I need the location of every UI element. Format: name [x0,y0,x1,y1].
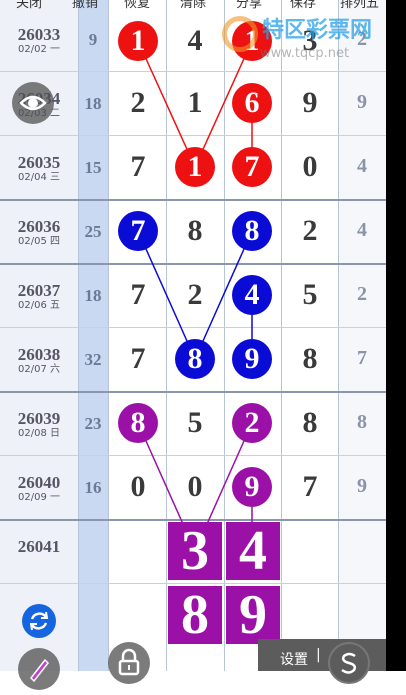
sum-cell: 15 [84,158,102,177]
number-cell[interactable]: 8 [167,214,223,248]
s-icon [341,652,357,674]
ball-blue[interactable]: 8 [232,211,272,251]
issue-cell: 26033 02/02 一 [17,25,61,56]
number-cell[interactable]: 7 [110,278,166,312]
sum-cell: 18 [84,94,102,113]
watermark-logo [222,16,258,52]
number-cell[interactable]: 0 [282,150,338,184]
number-cell[interactable]: 7 [282,470,338,504]
prediction-cell[interactable]: 3 [168,522,222,580]
watermark-url: www.tqcp.net [260,46,350,61]
number-cell[interactable]: 7 [110,342,166,376]
right-cell: 8 [357,411,367,433]
right-cell: 9 [357,91,367,113]
next-issue-cell: 26041 [17,537,61,556]
sum-cell: 18 [84,286,102,305]
pen-button[interactable] [18,648,60,690]
prediction-cell[interactable]: 8 [168,586,222,644]
issue-cell: 26039 02/08 日 [17,409,61,440]
issue-cell: 26038 02/07 六 [17,345,61,376]
eye-button[interactable] [12,82,54,124]
watermark-title: 特区彩票网 [262,18,373,43]
issue-cell: 26037 02/06 五 [17,281,61,312]
right-cell: 7 [357,347,367,369]
issue-cell: 26036 02/05 四 [17,217,61,248]
number-cell[interactable]: 4 [167,24,223,58]
number-cell[interactable]: 0 [167,470,223,504]
ball-blue[interactable]: 9 [232,339,272,379]
refresh-icon [29,611,49,631]
ball-blue[interactable]: 7 [118,211,158,251]
ball-purple[interactable]: 2 [232,403,272,443]
ball-red[interactable]: 1 [118,21,158,61]
prediction-cell[interactable]: 9 [226,586,280,644]
separator: | [316,647,321,663]
number-cell[interactable]: 2 [110,86,166,120]
eye-icon [19,95,47,111]
lock-icon [118,648,140,676]
pen-icon [30,658,49,683]
settings-button[interactable]: 设置 [280,649,308,669]
right-cell: 4 [357,155,367,177]
number-cell[interactable]: 5 [282,278,338,312]
number-cell[interactable]: 5 [167,406,223,440]
ball-blue[interactable]: 4 [232,275,272,315]
number-cell[interactable]: 9 [282,86,338,120]
number-cell[interactable]: 0 [110,470,166,504]
refresh-button[interactable] [22,604,56,638]
number-cell[interactable]: 2 [282,214,338,248]
right-cell: 4 [357,219,367,241]
number-cell[interactable]: 2 [167,278,223,312]
lock-button[interactable] [108,642,150,684]
ball-red[interactable]: 7 [232,147,272,187]
s-button[interactable] [328,642,370,684]
sum-cell: 25 [84,222,102,241]
number-cell[interactable]: 1 [167,86,223,120]
sum-cell: 16 [84,478,102,497]
ball-purple[interactable]: 9 [232,467,272,507]
issue-cell: 26040 02/09 一 [17,473,61,504]
ball-red[interactable]: 1 [175,147,215,187]
ball-purple[interactable]: 8 [118,403,158,443]
number-cell[interactable]: 8 [282,342,338,376]
prediction-cell[interactable]: 4 [226,522,280,580]
number-cell[interactable]: 8 [282,406,338,440]
number-cell[interactable]: 7 [110,150,166,184]
sum-cell: 9 [88,30,98,49]
issue-cell: 26035 02/04 三 [17,153,61,184]
sum-cell: 32 [84,350,102,369]
sum-cell: 23 [84,414,102,433]
right-cell: 9 [357,475,367,497]
ball-blue[interactable]: 8 [175,339,215,379]
ball-red[interactable]: 6 [232,83,272,123]
right-cell: 2 [357,283,367,305]
